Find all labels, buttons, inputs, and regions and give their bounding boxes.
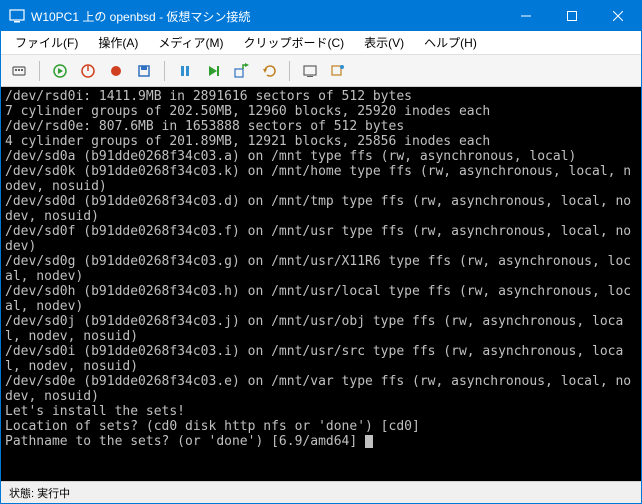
menu-media[interactable]: メディア(M)	[148, 31, 233, 54]
toolbar	[1, 55, 641, 87]
terminal-line: /dev/sd0d (b91dde0268f34c03.d) on /mnt/t…	[5, 194, 637, 224]
close-button[interactable]	[595, 1, 641, 31]
terminal-line: /dev/sd0i (b91dde0268f34c03.i) on /mnt/u…	[5, 344, 637, 374]
reset-button[interactable]	[201, 59, 225, 83]
terminal-line: /dev/rsd0i: 1411.9MB in 2891616 sectors …	[5, 89, 637, 104]
menubar: ファイル(F) 操作(A) メディア(M) クリップボード(C) 表示(V) ヘ…	[1, 31, 641, 55]
menu-action[interactable]: 操作(A)	[88, 31, 148, 54]
terminal-output[interactable]: /dev/rsd0i: 1411.9MB in 2891616 sectors …	[1, 87, 641, 481]
menu-help[interactable]: ヘルプ(H)	[414, 31, 487, 54]
revert-button[interactable]	[257, 59, 281, 83]
window-title: W10PC1 上の openbsd - 仮想マシン接続	[31, 8, 250, 25]
terminal-line: 7 cylinder groups of 202.50MB, 12960 blo…	[5, 104, 637, 119]
status-value: 実行中	[37, 485, 70, 501]
toolbar-separator	[289, 61, 290, 81]
start-button[interactable]	[48, 59, 72, 83]
toolbar-separator	[39, 61, 40, 81]
terminal-line: /dev/sd0j (b91dde0268f34c03.j) on /mnt/u…	[5, 314, 637, 344]
share-button[interactable]	[326, 59, 350, 83]
titlebar[interactable]: W10PC1 上の openbsd - 仮想マシン接続	[1, 1, 641, 31]
terminal-line: Pathname to the sets? (or 'done') [6.9/a…	[5, 434, 637, 449]
terminal-line: /dev/sd0e (b91dde0268f34c03.e) on /mnt/v…	[5, 374, 637, 404]
ctrl-alt-del-button[interactable]	[7, 59, 31, 83]
vm-connection-window: W10PC1 上の openbsd - 仮想マシン接続 ファイル(F) 操作(A…	[0, 0, 642, 504]
menu-view[interactable]: 表示(V)	[354, 31, 414, 54]
toolbar-separator	[164, 61, 165, 81]
terminal-line: /dev/sd0f (b91dde0268f34c03.f) on /mnt/u…	[5, 224, 637, 254]
enhanced-session-button[interactable]	[298, 59, 322, 83]
terminal-cursor	[365, 435, 373, 448]
save-button[interactable]	[132, 59, 156, 83]
menu-file[interactable]: ファイル(F)	[5, 31, 88, 54]
terminal-line: Location of sets? (cd0 disk http nfs or …	[5, 419, 637, 434]
terminal-line: /dev/rsd0e: 807.6MB in 1653888 sectors o…	[5, 119, 637, 134]
checkpoint-button[interactable]	[229, 59, 253, 83]
turnoff-button[interactable]	[76, 59, 100, 83]
menu-clipboard[interactable]: クリップボード(C)	[233, 31, 354, 54]
status-label: 状態:	[9, 485, 34, 501]
terminal-line: /dev/sd0k (b91dde0268f34c03.k) on /mnt/h…	[5, 164, 637, 194]
titlebar-left: W10PC1 上の openbsd - 仮想マシン接続	[1, 8, 250, 25]
pause-button[interactable]	[173, 59, 197, 83]
shutdown-button[interactable]	[104, 59, 128, 83]
terminal-line: Let's install the sets!	[5, 404, 637, 419]
statusbar: 状態: 実行中	[1, 481, 641, 503]
terminal-line: 4 cylinder groups of 201.89MB, 12921 blo…	[5, 134, 637, 149]
app-icon	[9, 8, 25, 24]
terminal-line: /dev/sd0a (b91dde0268f34c03.a) on /mnt t…	[5, 149, 637, 164]
maximize-button[interactable]	[549, 1, 595, 31]
minimize-button[interactable]	[503, 1, 549, 31]
terminal-line: /dev/sd0g (b91dde0268f34c03.g) on /mnt/u…	[5, 254, 637, 284]
terminal-line: /dev/sd0h (b91dde0268f34c03.h) on /mnt/u…	[5, 284, 637, 314]
window-controls	[503, 1, 641, 31]
